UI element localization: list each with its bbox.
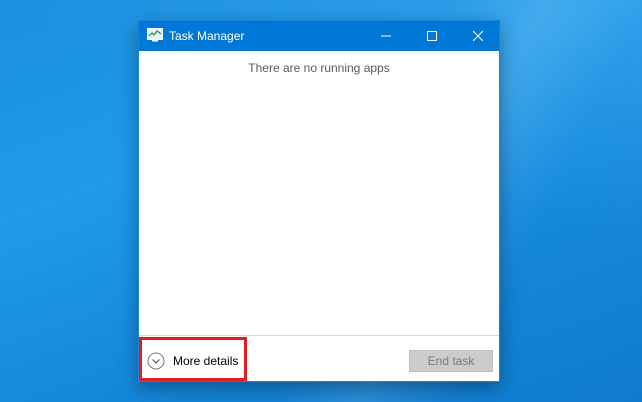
app-list-area: There are no running apps [139, 51, 499, 335]
chevron-down-circle-icon [147, 352, 165, 370]
more-details-label: More details [173, 354, 239, 368]
close-button[interactable] [455, 21, 501, 51]
maximize-button[interactable] [409, 21, 455, 51]
end-task-button[interactable]: End task [409, 350, 493, 372]
task-manager-window: Task Manager There are no running apps M… [138, 20, 500, 382]
title-bar[interactable]: Task Manager [139, 21, 499, 51]
empty-message: There are no running apps [248, 61, 390, 75]
task-manager-icon [147, 28, 163, 42]
minimize-icon [381, 35, 391, 37]
window-title: Task Manager [169, 29, 245, 43]
maximize-icon [427, 31, 437, 41]
more-details-button[interactable]: More details [147, 350, 238, 372]
minimize-button[interactable] [363, 21, 409, 51]
footer-bar: More details End task [139, 335, 499, 381]
close-icon [473, 31, 483, 41]
